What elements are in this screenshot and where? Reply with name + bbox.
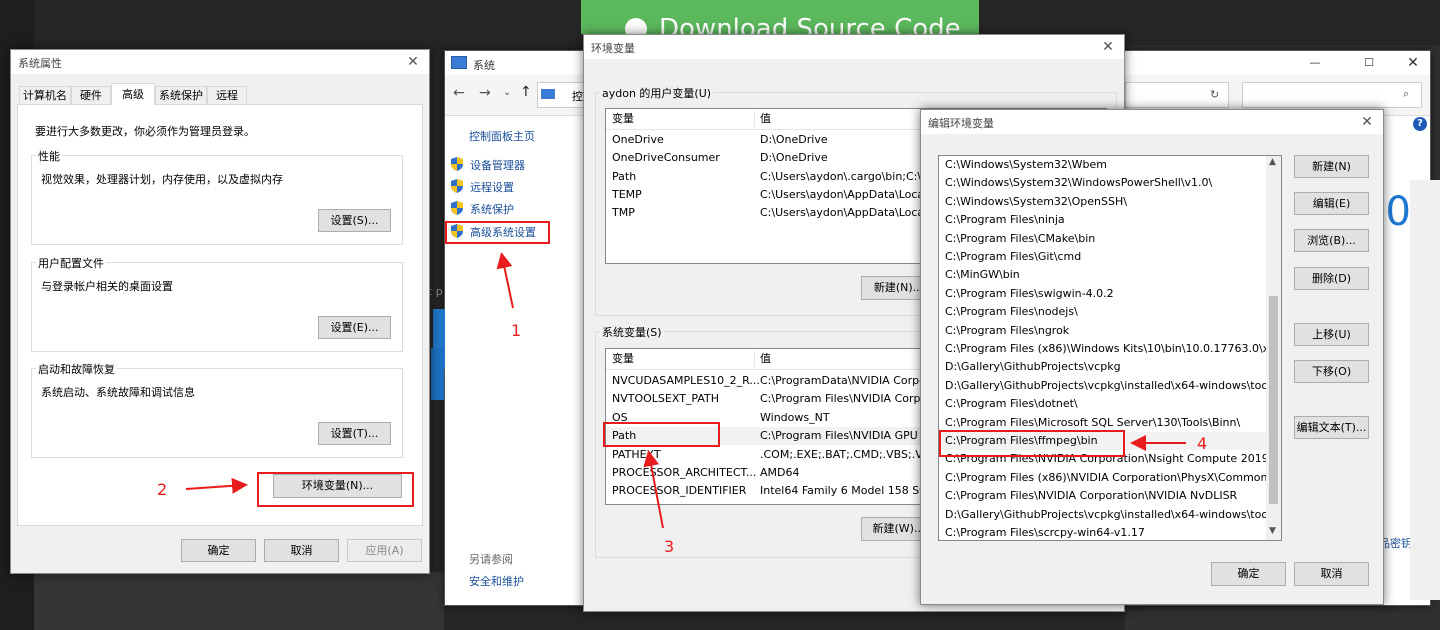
annotation-label-1: 1 bbox=[511, 321, 522, 340]
arrow-1 bbox=[496, 252, 514, 309]
arrow-2 bbox=[185, 477, 248, 494]
annotation-arrows bbox=[185, 252, 1186, 529]
annotation-label-2: 2 bbox=[157, 480, 168, 499]
annotation-label-3: 3 bbox=[664, 537, 675, 556]
arrow-3 bbox=[643, 450, 664, 529]
annotation-label-4: 4 bbox=[1197, 434, 1208, 453]
